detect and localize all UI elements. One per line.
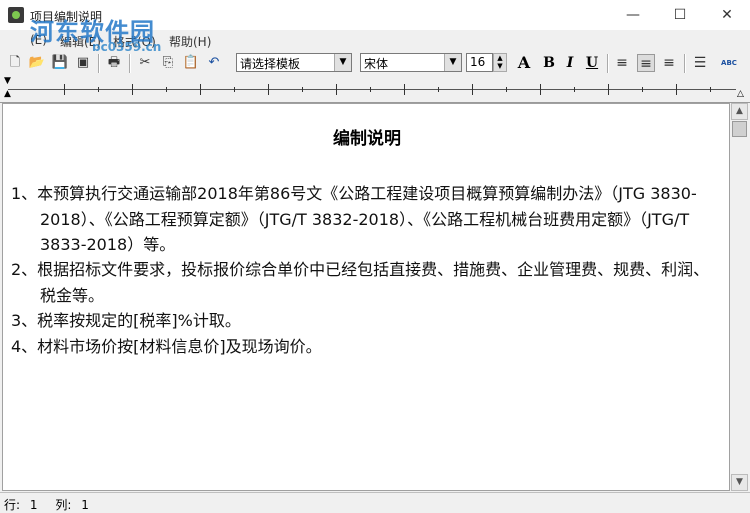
- ruler-tick: [302, 87, 303, 92]
- align-center-icon[interactable]: ≡: [637, 54, 655, 72]
- left-indent-marker[interactable]: ▲: [4, 90, 11, 99]
- cut-icon[interactable]: ✂: [136, 54, 154, 72]
- paragraph-4: 4、材料市场价按[材料信息价]及现场询价。: [11, 337, 322, 356]
- ruler-tick: [574, 87, 575, 92]
- ruler-tick: [98, 87, 99, 92]
- align-left-icon[interactable]: ≡: [613, 54, 631, 72]
- toolbar-separator: [98, 54, 100, 73]
- paragraph-1: 1、本预算执行交通运输部2018年第86号文《公路工程建设项目概算预算编制办法》…: [11, 184, 697, 254]
- font-select-value: 宋体: [364, 57, 389, 71]
- scroll-down-icon[interactable]: ▼: [731, 474, 748, 491]
- font-size-stepper[interactable]: ▲ ▼: [493, 53, 507, 72]
- font-color-button[interactable]: A: [514, 54, 534, 72]
- spin-up-icon[interactable]: ▲: [494, 54, 506, 62]
- col-value: 1: [81, 498, 89, 512]
- bullet-list-icon[interactable]: ☰: [691, 54, 709, 72]
- ruler-tick: [64, 84, 65, 95]
- template-select-value: 请选择模板: [240, 57, 301, 71]
- ruler-tick: [540, 84, 541, 95]
- save-all-icon[interactable]: ▣: [74, 54, 92, 72]
- ruler-tick: [268, 84, 269, 95]
- save-icon[interactable]: 💾: [51, 54, 69, 72]
- font-size-value: 16: [470, 55, 486, 69]
- menu-help[interactable]: 帮助(H): [169, 33, 211, 50]
- ruler-tick: [336, 84, 337, 95]
- ruler-tick: [608, 84, 609, 95]
- new-icon[interactable]: 🗋: [6, 54, 24, 72]
- cursor-position: 行: 1 列: 1: [4, 496, 89, 513]
- document-editor[interactable]: 编制说明 1、本预算执行交通运输部2018年第86号文《公路工程建设项目概算预算…: [2, 103, 730, 491]
- row-label: 行:: [4, 498, 21, 512]
- font-size-input[interactable]: 16: [466, 53, 493, 72]
- toolbar-separator: [684, 54, 686, 73]
- paragraph-2: 2、根据招标文件要求，投标报价综合单价中已经包括直接费、措施费、企业管理费、规费…: [11, 260, 710, 305]
- underline-button[interactable]: U: [582, 54, 602, 72]
- scroll-up-icon[interactable]: ▲: [731, 103, 748, 120]
- ruler-tick: [676, 84, 677, 95]
- ruler-tick: [710, 87, 711, 92]
- italic-button[interactable]: I: [560, 54, 580, 72]
- first-indent-marker[interactable]: ▼: [4, 77, 11, 86]
- ruler-baseline: [8, 89, 736, 90]
- spin-down-icon[interactable]: ▼: [494, 62, 506, 70]
- toolbar-separator: [129, 54, 131, 73]
- minimize-button[interactable]: —: [610, 0, 656, 30]
- bold-button[interactable]: B: [539, 54, 559, 72]
- ruler-tick: [404, 84, 405, 95]
- close-button[interactable]: ✕: [704, 0, 750, 30]
- ruler-tick: [506, 87, 507, 92]
- chevron-down-icon[interactable]: ▼: [444, 54, 461, 71]
- scroll-thumb[interactable]: [732, 121, 747, 137]
- toolbar-separator: [607, 54, 609, 73]
- ruler-tick: [132, 84, 133, 95]
- maximize-button[interactable]: ☐: [657, 0, 703, 30]
- row-value: 1: [29, 498, 38, 512]
- ruler: ▼ ▲ △: [0, 76, 750, 103]
- ruler-tick: [200, 84, 201, 95]
- app-icon: [8, 7, 24, 23]
- status-bar: 行: 1 列: 1: [0, 492, 750, 513]
- ruler-tick: [472, 84, 473, 95]
- paragraph-3: 3、税率按规定的[税率]%计取。: [11, 311, 241, 330]
- undo-icon[interactable]: ↶: [205, 54, 223, 72]
- ruler-tick: [642, 87, 643, 92]
- template-select[interactable]: 请选择模板 ▼: [236, 53, 352, 72]
- align-right-icon[interactable]: ≡: [660, 54, 678, 72]
- spell-check-icon[interactable]: ABC: [720, 54, 738, 72]
- ruler-tick: [234, 87, 235, 92]
- ruler-tick: [166, 87, 167, 92]
- copy-icon[interactable]: ⎘: [159, 54, 177, 72]
- ruler-tick: [370, 87, 371, 92]
- right-indent-marker[interactable]: △: [737, 90, 744, 99]
- toolbar: 🗋 📂 💾 ▣ 🖶 ✂ ⎘ 📋 ↶ 请选择模板 ▼ 宋体 ▼ 16 ▲ ▼ A …: [0, 51, 750, 77]
- open-icon[interactable]: 📂: [28, 54, 46, 72]
- paste-icon[interactable]: 📋: [182, 54, 200, 72]
- ruler-tick: [438, 87, 439, 92]
- chevron-down-icon[interactable]: ▼: [334, 54, 351, 71]
- document-title: 编制说明: [333, 129, 401, 149]
- vertical-scrollbar[interactable]: ▲ ▼: [731, 103, 748, 491]
- print-icon[interactable]: 🖶: [105, 54, 123, 72]
- col-label: 列:: [55, 498, 72, 512]
- font-select[interactable]: 宋体 ▼: [360, 53, 462, 72]
